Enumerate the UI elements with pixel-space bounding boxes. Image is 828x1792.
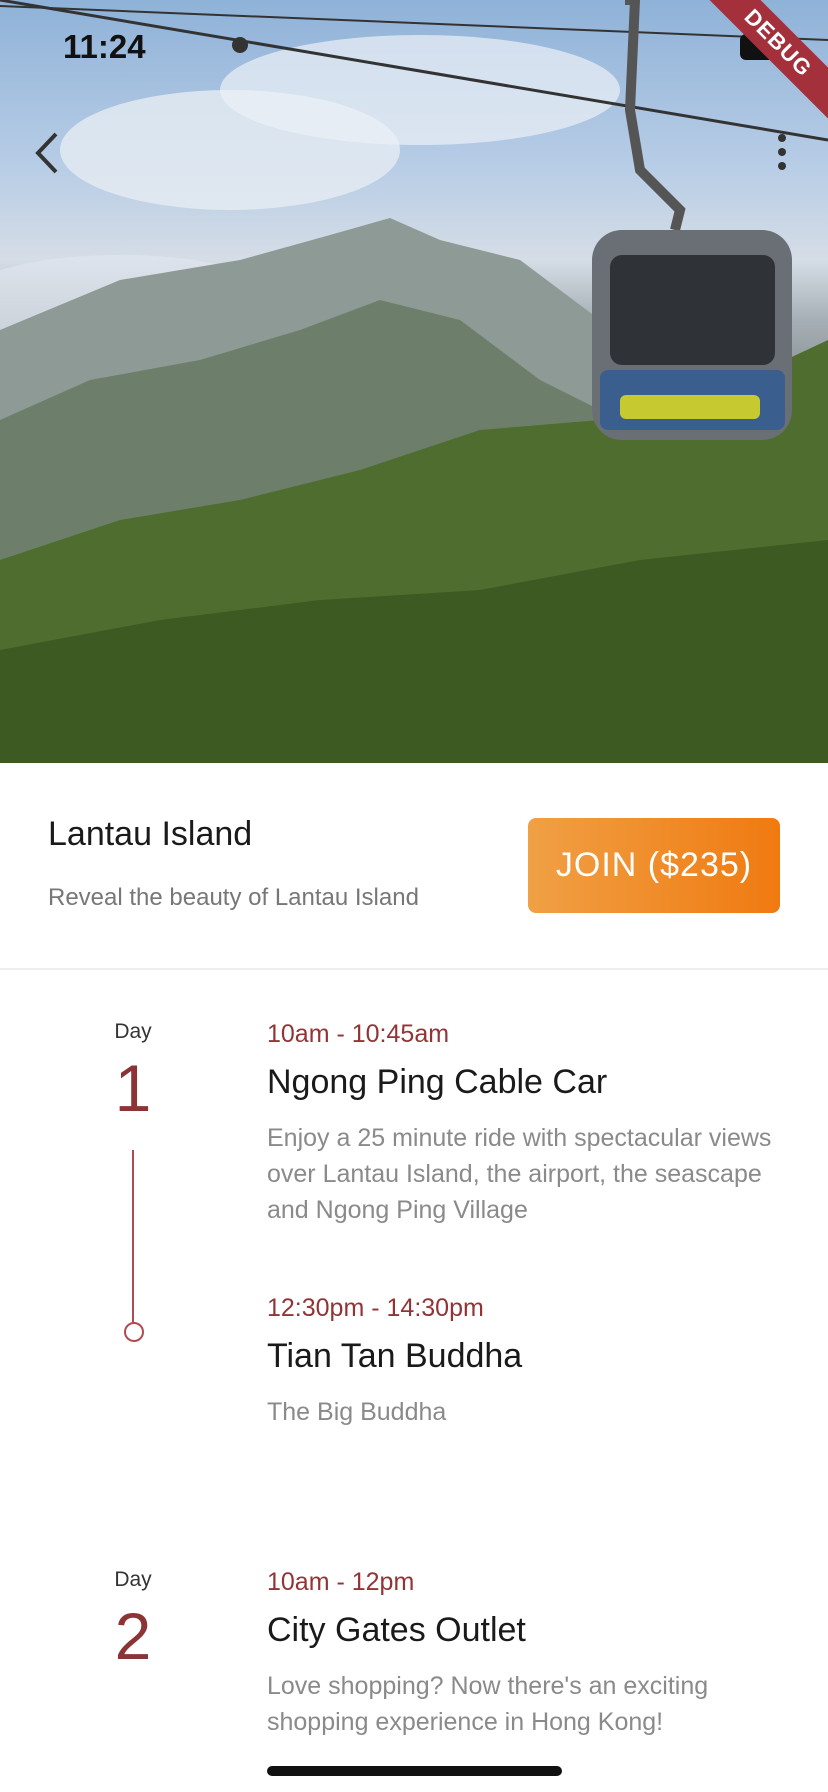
event-description: Enjoy a 25 minute ride with spectacular … <box>267 1124 772 1224</box>
event-title: Tian Tan Buddha <box>267 1337 523 1375</box>
day-label: Day <box>114 1568 152 1591</box>
event-title: City Gates Outlet <box>267 1611 526 1649</box>
more-options-button[interactable] <box>768 130 796 174</box>
day-number: 1 <box>114 1051 152 1125</box>
day-number: 2 <box>114 1599 152 1673</box>
hero-image: 11:24 DEBUG <box>0 0 828 763</box>
day-label: Day <box>114 1020 152 1043</box>
event-time: 10am - 10:45am <box>267 1020 450 1048</box>
event-tian-tan-buddha[interactable]: 12:30pm - 14:30pm Tian Tan Buddha The Bi… <box>267 1294 787 1430</box>
timeline-line <box>132 1150 134 1324</box>
day-1-marker: Day 1 <box>83 1020 183 1126</box>
event-time: 10am - 12pm <box>267 1568 415 1596</box>
tour-header: Lantau Island Reveal the beauty of Lanta… <box>0 763 828 970</box>
home-indicator[interactable] <box>267 1766 562 1776</box>
tour-title: Lantau Island <box>48 815 253 853</box>
more-vertical-icon <box>778 134 786 170</box>
tour-subtitle: Reveal the beauty of Lantau Island <box>48 884 419 911</box>
status-time: 11:24 <box>63 28 146 65</box>
back-button[interactable] <box>28 128 68 178</box>
event-title: Ngong Ping Cable Car <box>267 1063 608 1101</box>
event-time: 12:30pm - 14:30pm <box>267 1294 484 1322</box>
timeline-end-dot <box>124 1322 144 1342</box>
chevron-left-icon <box>35 132 58 174</box>
event-description: The Big Buddha <box>267 1398 447 1426</box>
event-city-gates-outlet[interactable]: 10am - 12pm City Gates Outlet Love shopp… <box>267 1568 787 1740</box>
event-ngong-ping-cable-car[interactable]: 10am - 10:45am Ngong Ping Cable Car Enjo… <box>267 1020 787 1228</box>
join-button[interactable]: JOIN ($235) <box>528 818 780 913</box>
day-2-marker: Day 2 <box>83 1568 183 1674</box>
event-description: Love shopping? Now there's an exciting s… <box>267 1672 709 1736</box>
